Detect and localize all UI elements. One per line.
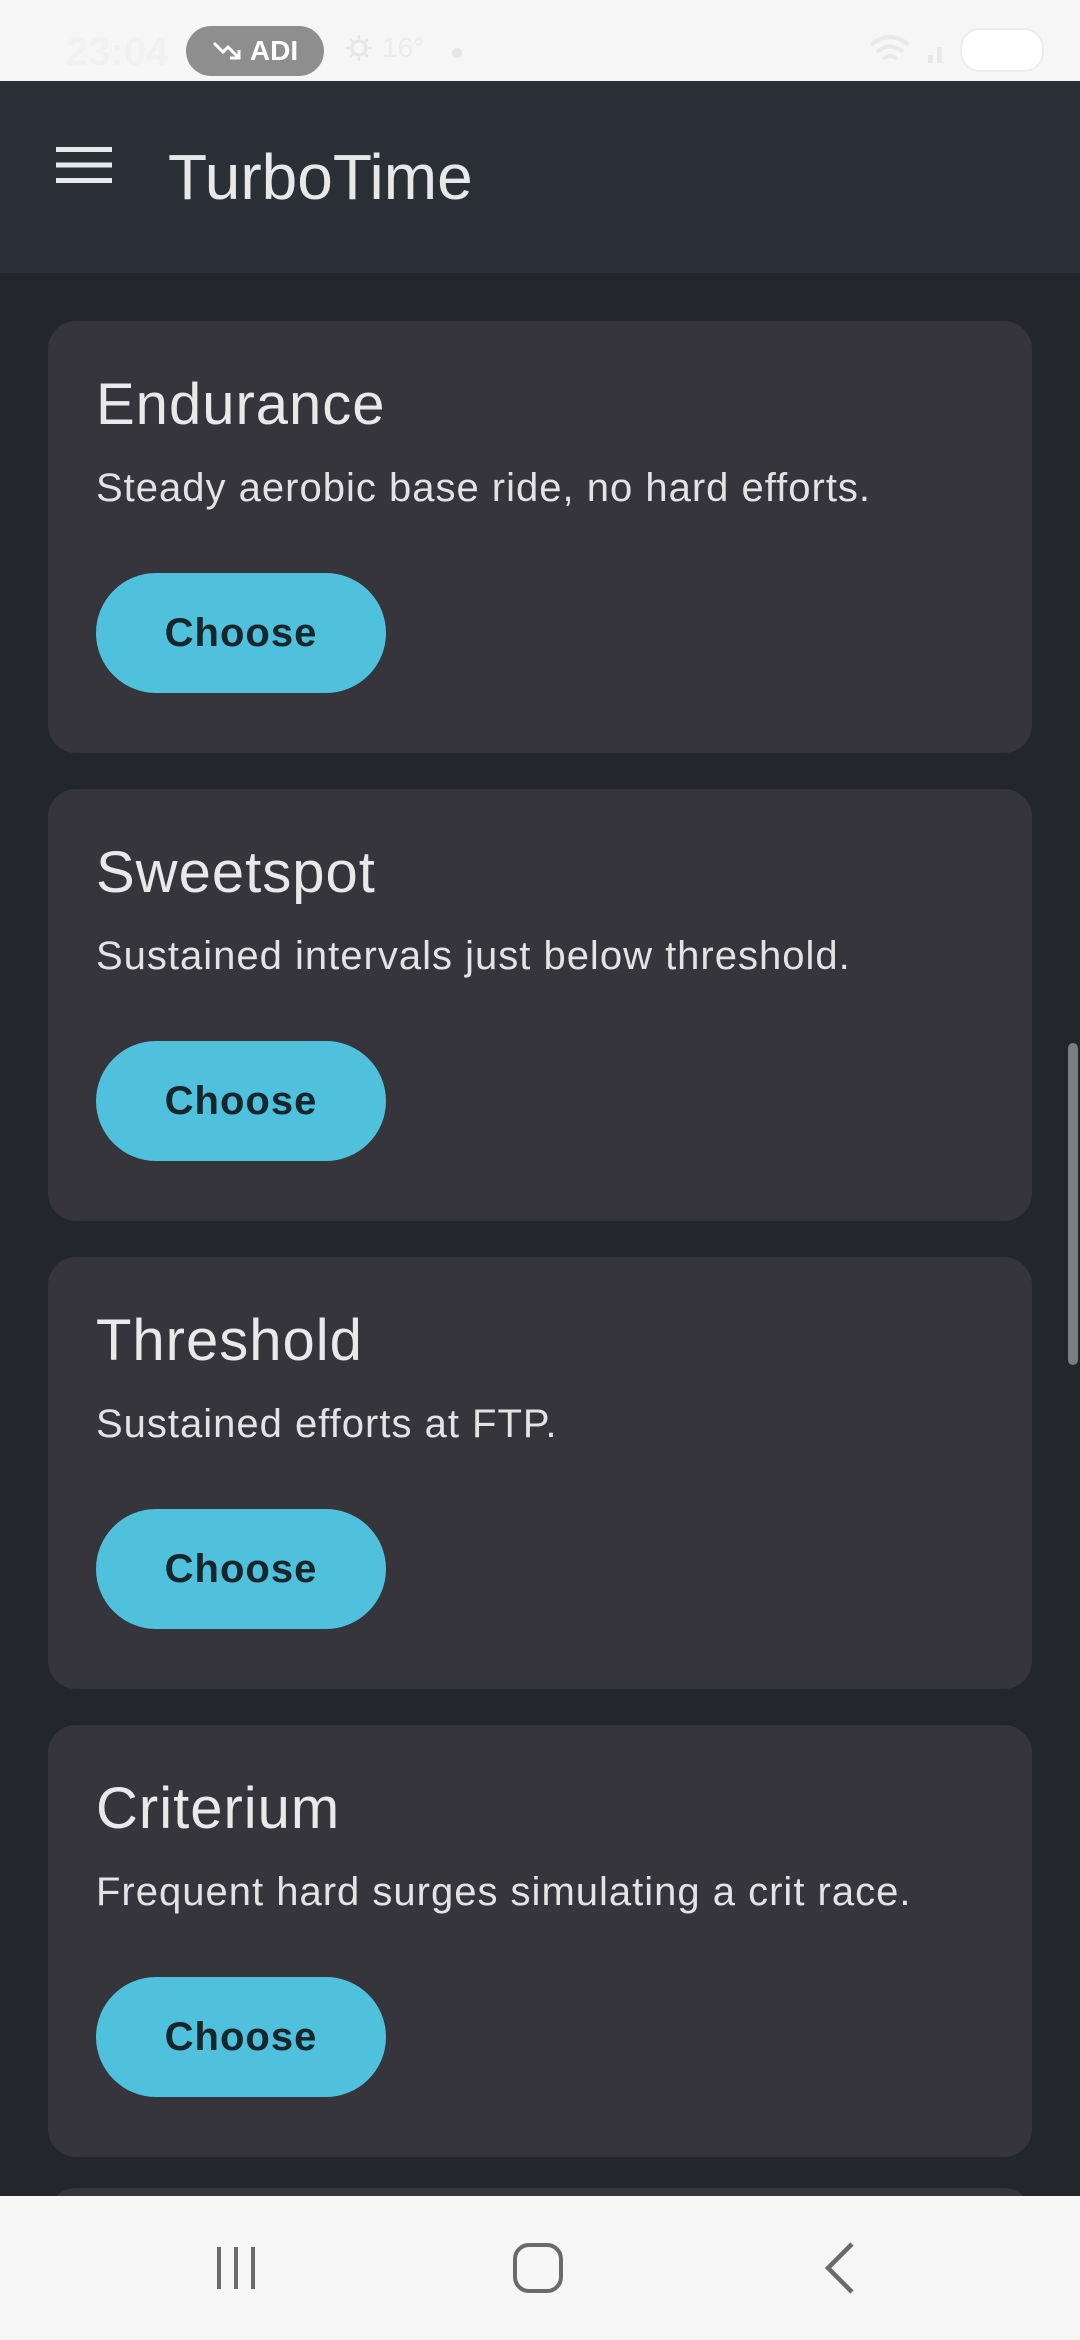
status-weather: 16°	[344, 32, 424, 64]
workout-card-criterium: Criterium Frequent hard surges simulatin…	[48, 1725, 1032, 2157]
workout-title: Threshold	[96, 1308, 363, 1373]
choose-button[interactable]: Choose	[96, 573, 386, 693]
status-temperature: 16°	[382, 32, 425, 63]
workout-description: Frequent hard surges simulating a crit r…	[96, 1870, 912, 1914]
app-title: TurboTime	[168, 141, 473, 213]
weather-icon	[346, 35, 372, 61]
choose-button[interactable]: Choose	[96, 1977, 386, 2097]
trending-down-icon	[212, 41, 241, 60]
battery-icon	[960, 28, 1044, 72]
back-button[interactable]	[805, 2232, 877, 2304]
choose-button[interactable]: Choose	[96, 1509, 386, 1629]
workout-description: Steady aerobic base ride, no hard effort…	[96, 466, 872, 510]
status-pill-label: ADI	[249, 35, 299, 66]
workout-description: Sustained intervals just below threshold…	[96, 934, 851, 978]
workout-card-partial	[48, 2188, 1032, 2196]
status-bar: 23:04 ADI 16°	[0, 0, 1080, 81]
system-navigation-bar	[0, 2196, 1080, 2340]
workout-title: Criterium	[96, 1776, 341, 1841]
hamburger-menu-icon	[56, 147, 112, 183]
workout-title: Sweetspot	[96, 840, 376, 905]
workout-list[interactable]: Endurance Steady aerobic base ride, no h…	[0, 273, 1080, 2196]
recents-icon	[217, 2247, 255, 2289]
menu-button[interactable]	[48, 129, 120, 201]
home-icon	[513, 2243, 563, 2293]
recents-button[interactable]	[200, 2232, 272, 2304]
notification-dot-icon	[452, 48, 462, 58]
wifi-icon	[869, 35, 911, 61]
back-icon	[824, 2242, 854, 2294]
workout-card-endurance: Endurance Steady aerobic base ride, no h…	[48, 321, 1032, 753]
status-time: 23:04	[66, 30, 169, 74]
signal-icon	[928, 47, 942, 63]
workout-title: Endurance	[96, 372, 386, 437]
home-button[interactable]	[502, 2232, 574, 2304]
scrollbar-thumb[interactable]	[1068, 1043, 1078, 1365]
workout-card-sweetspot: Sweetspot Sustained intervals just below…	[48, 789, 1032, 1221]
status-right	[868, 28, 1044, 72]
choose-button[interactable]: Choose	[96, 1041, 386, 1161]
workout-description: Sustained efforts at FTP.	[96, 1402, 558, 1446]
app-bar: TurboTime	[0, 81, 1080, 273]
status-pill: ADI	[186, 26, 324, 76]
workout-card-threshold: Threshold Sustained efforts at FTP. Choo…	[48, 1257, 1032, 1689]
